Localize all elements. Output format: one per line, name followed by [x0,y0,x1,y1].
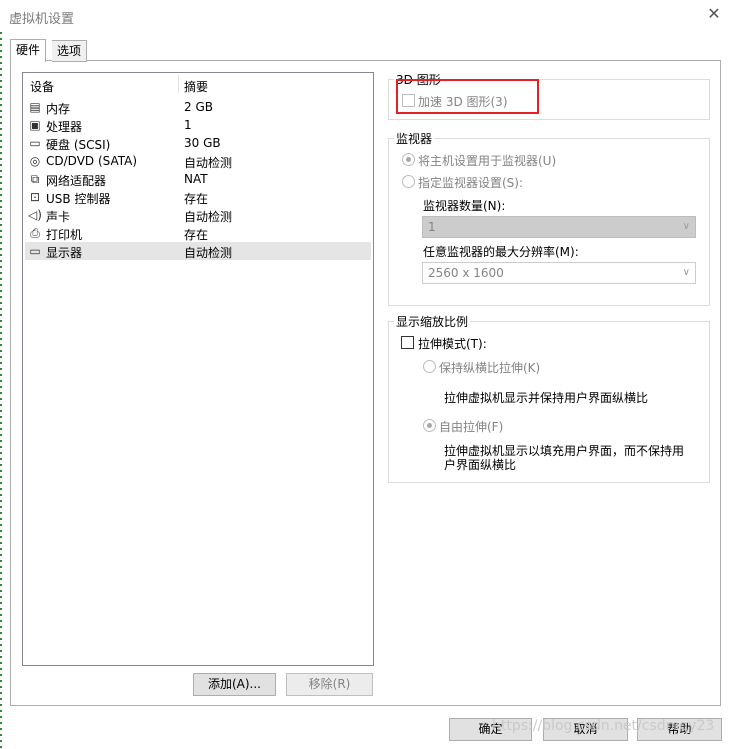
free-stretch-radio[interactable] [423,419,436,432]
column-header-summary[interactable]: 摘要 [184,78,208,95]
specify-monitor-radio[interactable] [402,175,415,188]
device-summary: 1 [184,118,192,132]
device-name: CD/DVD (SATA) [46,154,138,168]
free-stretch-description-line2: 户界面纵横比 [444,458,517,472]
usb-icon: ⊡ [29,190,41,204]
device-row-printer[interactable]: ⎙ 打印机 存在 [25,224,371,242]
device-summary: 自动检测 [184,210,233,224]
highlight-box [396,79,539,114]
device-summary: 自动检测 [184,156,233,170]
device-summary: 自动检测 [184,246,233,260]
keep-aspect-description: 拉伸虚拟机显示并保持用户界面纵横比 [444,391,649,405]
sound-card-icon: ◁) [28,208,42,222]
specify-monitor-label: 指定监视器设置(S): [418,176,524,190]
keep-aspect-label: 保持纵横比拉伸(K) [439,361,541,375]
max-resolution-select[interactable]: 2560 x 1600 ∨ [422,262,696,284]
device-name: USB 控制器 [46,192,111,206]
add-device-button[interactable]: 添加(A)... [193,673,276,696]
chevron-down-icon: ∨ [682,267,690,278]
free-stretch-label: 自由拉伸(F) [439,420,504,434]
device-summary: 存在 [184,192,209,206]
keep-aspect-radio[interactable] [423,360,436,373]
cpu-icon: ▣ [29,118,41,132]
device-name: 硬盘 (SCSI) [46,138,111,152]
device-name: 声卡 [46,210,71,224]
device-row-processor[interactable]: ▣ 处理器 1 [25,116,371,134]
device-name: 网络适配器 [46,174,107,188]
device-row-hard-disk[interactable]: ▭ 硬盘 (SCSI) 30 GB [25,134,371,152]
network-adapter-icon: ⧉ [30,172,40,186]
use-host-settings-label: 将主机设置用于监视器(U) [418,154,557,168]
window-left-edge [0,32,2,749]
column-header-device[interactable]: 设备 [30,78,54,95]
device-row-usb[interactable]: ⊡ USB 控制器 存在 [25,188,371,206]
use-host-settings-radio[interactable] [402,153,415,166]
group-label-monitor: 监视器 [394,130,435,147]
title-bar: 虚拟机设置 ✕ [0,0,731,32]
window-title: 虚拟机设置 [9,12,75,27]
monitor-count-label: 监视器数量(N): [423,199,506,213]
device-name: 显示器 [46,246,83,260]
stretch-mode-label: 拉伸模式(T): [418,337,487,351]
display-icon: ▭ [29,244,41,258]
close-icon[interactable]: ✕ [706,6,722,22]
device-row-cd-dvd[interactable]: ◎ CD/DVD (SATA) 自动检测 [25,152,371,170]
hard-disk-icon: ▭ [29,136,41,150]
device-name: 打印机 [46,228,83,242]
device-list[interactable]: 设备 摘要 ▤ 内存 2 GB ▣ 处理器 1 ▭ 硬盘 (SCSI) 30 G… [22,72,374,666]
max-resolution-value: 2560 x 1600 [428,266,504,280]
column-divider[interactable] [178,75,179,93]
device-row-sound[interactable]: ◁) 声卡 自动检测 [25,206,371,224]
printer-icon: ⎙ [30,226,40,240]
device-row-network[interactable]: ⧉ 网络适配器 NAT [25,170,371,188]
device-summary: 存在 [184,228,209,242]
device-summary: NAT [184,172,208,186]
watermark-text: https://blog.csdn.net/csdmqy23 [492,718,715,734]
device-summary: 30 GB [184,136,221,150]
tab-hardware[interactable]: 硬件 [10,39,47,62]
cd-dvd-icon: ◎ [29,154,41,168]
device-summary: 2 GB [184,100,213,114]
device-name: 处理器 [46,120,83,134]
group-label-display-scaling: 显示缩放比例 [394,313,471,330]
monitor-count-select[interactable]: 1 ∨ [422,216,696,238]
device-name: 内存 [46,102,71,116]
remove-device-button[interactable]: 移除(R) [286,673,373,696]
max-resolution-label: 任意监视器的最大分辨率(M): [423,245,579,259]
tab-options[interactable]: 选项 [52,40,88,62]
stretch-mode-checkbox[interactable] [401,336,414,349]
device-list-header: 设备 摘要 [23,73,373,95]
monitor-count-value: 1 [428,220,436,234]
device-row-memory[interactable]: ▤ 内存 2 GB [25,98,371,116]
chevron-down-icon: ∨ [682,221,690,232]
device-row-display[interactable]: ▭ 显示器 自动检测 [25,242,371,260]
memory-icon: ▤ [29,100,41,114]
